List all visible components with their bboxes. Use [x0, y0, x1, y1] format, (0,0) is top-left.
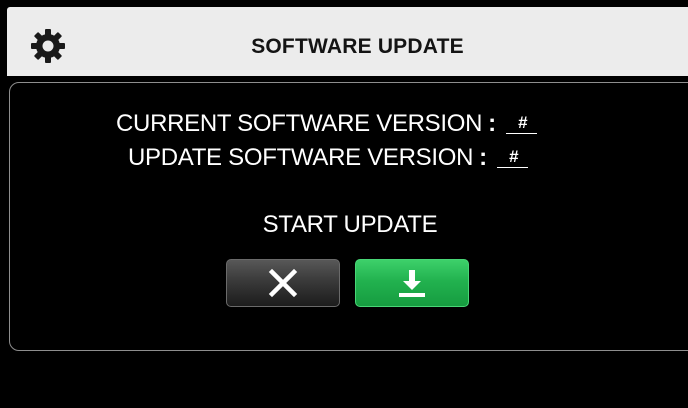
update-version-row: UPDATE SOFTWARE VERSION: # [128, 144, 528, 172]
update-panel: CURRENT SOFTWARE VERSION: # UPDATE SOFTWA… [9, 82, 688, 351]
download-icon [399, 270, 425, 297]
header-bar: SOFTWARE UPDATE [7, 7, 688, 76]
page-title: SOFTWARE UPDATE [251, 35, 464, 58]
update-version-value: # [496, 148, 528, 168]
update-version-label: UPDATE SOFTWARE VERSION [128, 144, 474, 171]
current-version-row: CURRENT SOFTWARE VERSION: # [116, 110, 538, 138]
current-version-value: # [505, 114, 538, 134]
start-update-label: START UPDATE [262, 211, 438, 238]
separator-colon: : [488, 110, 496, 137]
separator-colon: : [479, 144, 487, 171]
current-version-label: CURRENT SOFTWARE VERSION [116, 110, 483, 137]
cancel-button[interactable] [226, 259, 340, 307]
close-icon [268, 268, 298, 298]
software-update-screen: SOFTWARE UPDATE CURRENT SOFTWARE VERSION… [0, 0, 688, 408]
start-update-button[interactable] [355, 259, 469, 307]
